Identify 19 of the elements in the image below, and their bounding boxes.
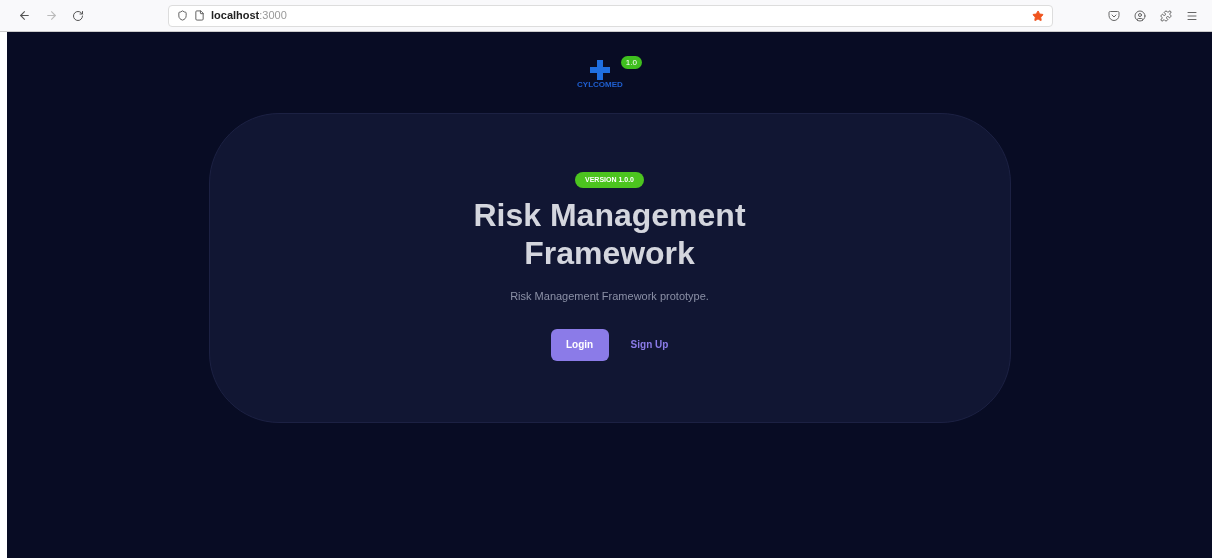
version-badge: 1.0 xyxy=(620,56,642,69)
shield-icon xyxy=(177,10,188,21)
hero-subtitle: Risk Management Framework prototype. xyxy=(510,289,709,304)
login-button[interactable]: Login xyxy=(550,328,609,361)
hero-title: Risk Management Framework xyxy=(472,196,747,272)
account-icon[interactable] xyxy=(1134,9,1146,22)
sign-up-link[interactable]: Sign Up xyxy=(630,337,669,352)
bookmark-star-icon[interactable] xyxy=(1032,9,1044,22)
menu-icon[interactable] xyxy=(1186,9,1198,22)
url-port: :3000 xyxy=(259,8,287,24)
url-host: localhost xyxy=(211,8,260,24)
pocket-icon[interactable] xyxy=(1108,9,1120,22)
cross-logo-icon xyxy=(589,60,610,80)
address-bar[interactable]: localhost:3000 xyxy=(168,4,1053,27)
extensions-icon[interactable] xyxy=(1160,9,1172,22)
logo-text: CYLCOMED xyxy=(577,80,623,90)
back-icon[interactable] xyxy=(18,9,31,22)
page-icon xyxy=(194,10,205,21)
reload-icon[interactable] xyxy=(72,9,84,22)
